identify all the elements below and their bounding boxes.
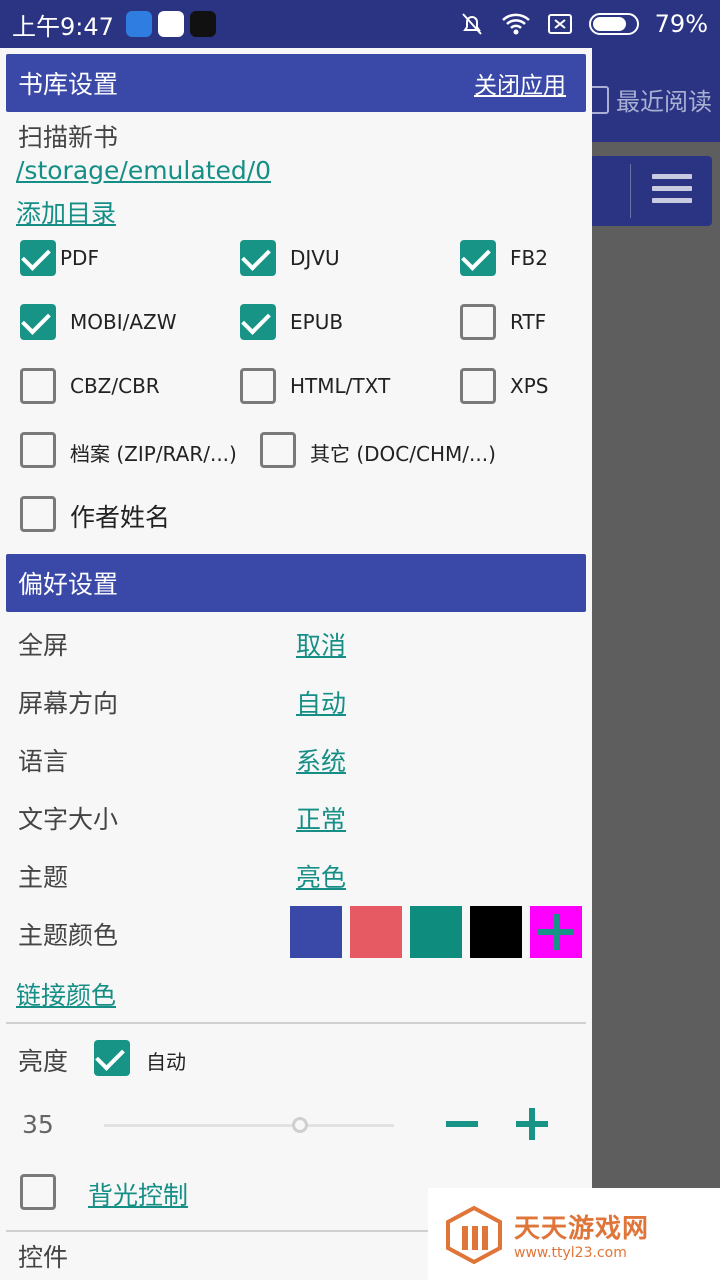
format-checkbox[interactable] bbox=[240, 368, 276, 404]
library-settings-title: 书库设置 bbox=[18, 70, 119, 99]
no-sim-icon bbox=[547, 14, 572, 34]
wifi-icon bbox=[501, 13, 530, 35]
format-label: EPUB bbox=[290, 310, 344, 334]
add-theme-color-button[interactable] bbox=[530, 906, 582, 958]
theme-value-link[interactable]: 亮色 bbox=[296, 858, 346, 894]
format-label: 其它 (DOC/CHM/...) bbox=[310, 442, 496, 466]
format-label: DJVU bbox=[290, 246, 340, 270]
auto-brightness-label: 自动 bbox=[146, 1050, 186, 1074]
fullscreen-label: 全屏 bbox=[18, 631, 69, 660]
theme-color-swatch-red[interactable] bbox=[350, 906, 402, 958]
format-label: 档案 (ZIP/RAR/...) bbox=[70, 442, 237, 466]
battery-icon bbox=[588, 13, 639, 35]
format-label: RTF bbox=[510, 310, 547, 334]
app-icon bbox=[157, 11, 184, 37]
format-checkbox[interactable] bbox=[240, 240, 276, 276]
add-directory-link[interactable]: 添加目录 bbox=[16, 194, 116, 230]
brightness-label: 亮度 bbox=[18, 1047, 69, 1076]
mute-bell-icon bbox=[461, 13, 482, 35]
format-checkbox[interactable] bbox=[460, 240, 496, 276]
auto-brightness-checkbox[interactable] bbox=[94, 1040, 130, 1076]
brightness-value: 35 bbox=[22, 1110, 54, 1139]
storage-path-link[interactable]: /storage/emulated/0 bbox=[16, 156, 271, 185]
preferences-header: 偏好设置 bbox=[6, 554, 586, 612]
status-bar: 上午9:47 79% bbox=[0, 0, 720, 48]
text-size-label: 文字大小 bbox=[18, 805, 119, 834]
close-app-link[interactable]: 关闭应用 bbox=[474, 66, 574, 100]
text-size-value-link[interactable]: 正常 bbox=[296, 800, 346, 836]
language-label: 语言 bbox=[18, 747, 69, 776]
controls-label: 控件 bbox=[18, 1243, 69, 1272]
format-label: XPS bbox=[510, 374, 549, 398]
theme-color-label: 主题颜色 bbox=[18, 921, 119, 950]
author-name-label: 作者姓名 bbox=[70, 503, 171, 532]
divider bbox=[6, 1022, 586, 1024]
fullscreen-value-link[interactable]: 取消 bbox=[296, 626, 346, 662]
hamburger-menu-icon[interactable] bbox=[652, 174, 692, 208]
format-checkbox[interactable] bbox=[20, 368, 56, 404]
battery-percent: 79% bbox=[654, 10, 708, 38]
brightness-slider-thumb[interactable] bbox=[292, 1117, 308, 1133]
brightness-decrease-button[interactable] bbox=[444, 1104, 484, 1144]
battery-level bbox=[592, 17, 626, 31]
library-settings-header: 书库设置 关闭应用 bbox=[6, 54, 586, 112]
format-checkbox[interactable] bbox=[20, 240, 56, 276]
recent-reading-tab[interactable]: 最近阅读 bbox=[588, 82, 712, 117]
theme-color-swatch-teal[interactable] bbox=[410, 906, 462, 958]
author-name-checkbox[interactable] bbox=[20, 496, 56, 532]
screen-orientation-label: 屏幕方向 bbox=[18, 689, 119, 718]
format-label: MOBI/AZW bbox=[70, 310, 177, 334]
format-checkbox[interactable] bbox=[460, 304, 496, 340]
shield-icon bbox=[125, 11, 152, 37]
backlight-control-link[interactable]: 背光控制 bbox=[88, 1176, 188, 1212]
scan-new-books-label: 扫描新书 bbox=[18, 123, 119, 152]
site-logo-icon bbox=[446, 1205, 502, 1264]
theme-color-swatch-blue[interactable] bbox=[290, 906, 342, 958]
watermark: 天天游戏网 www.ttyl23.com bbox=[428, 1188, 720, 1280]
link-color-link[interactable]: 链接颜色 bbox=[16, 976, 116, 1012]
format-checkbox[interactable] bbox=[20, 304, 56, 340]
format-checkbox[interactable] bbox=[240, 304, 276, 340]
format-label: PDF bbox=[60, 246, 99, 270]
qq-penguin-icon bbox=[189, 11, 216, 37]
theme-color-swatch-black[interactable] bbox=[470, 906, 522, 958]
format-label: CBZ/CBR bbox=[70, 374, 160, 398]
watermark-url: www.ttyl23.com bbox=[514, 1244, 627, 1261]
watermark-brand: 天天游戏网 bbox=[514, 1213, 650, 1244]
backlight-control-checkbox[interactable] bbox=[20, 1174, 56, 1210]
format-checkbox[interactable] bbox=[460, 368, 496, 404]
screen-orientation-value-link[interactable]: 自动 bbox=[296, 684, 346, 720]
settings-drawer: 书库设置 关闭应用 扫描新书 /storage/emulated/0 添加目录 … bbox=[0, 48, 592, 1280]
format-label: FB2 bbox=[510, 246, 548, 270]
format-checkbox[interactable] bbox=[20, 432, 56, 468]
status-time: 上午9:47 bbox=[12, 12, 114, 41]
brightness-increase-button[interactable] bbox=[514, 1104, 554, 1144]
preferences-title: 偏好设置 bbox=[18, 570, 119, 599]
language-value-link[interactable]: 系统 bbox=[296, 742, 346, 778]
background-toolbar bbox=[590, 156, 712, 226]
brightness-slider-track[interactable] bbox=[104, 1124, 394, 1127]
theme-label: 主题 bbox=[18, 863, 69, 892]
format-checkbox[interactable] bbox=[260, 432, 296, 468]
format-label: HTML/TXT bbox=[290, 374, 391, 398]
recent-reading-label: 最近阅读 bbox=[616, 88, 712, 116]
